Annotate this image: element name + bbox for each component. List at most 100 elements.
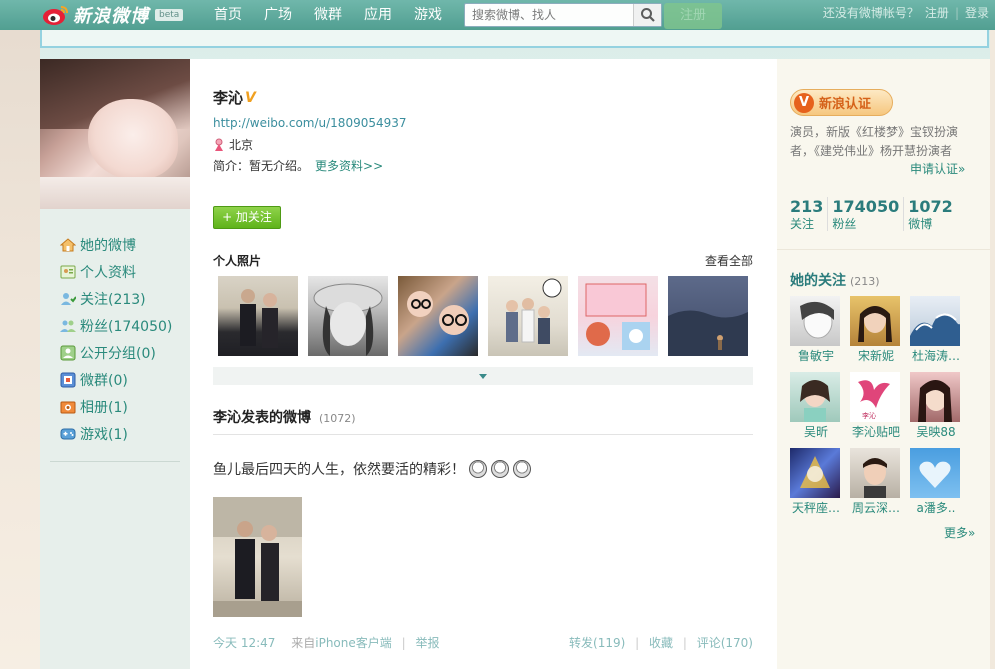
following-person[interactable]: 天秤座… [790,448,842,516]
sidebar-item-fans[interactable]: 粉丝(174050) [60,312,190,339]
source-link[interactable]: iPhone客户端 [315,636,392,650]
sidebar-item-profile[interactable]: 个人资料 [60,258,190,285]
follow-avatar [790,296,840,346]
profile-avatar[interactable] [40,59,190,209]
post-time[interactable]: 今天 12:47 [213,636,275,650]
fans-icon [60,318,76,334]
banner-strip [40,30,989,48]
following-person[interactable]: 杜海涛… [910,296,962,364]
sidebar-item-weibo[interactable]: 她的微博 [59,231,190,258]
post-body: 鱼儿最后四天的人生，依然要活的精彩！ [213,459,531,479]
apply-verification-link[interactable]: 申请认证» [910,160,965,177]
post-meta: 今天 12:47 来自iPhone客户端 | 举报 转发(119) | 收藏 |… [213,636,753,650]
repost-link[interactable]: 转发(119) [569,636,625,650]
follow-user-icon [60,291,77,307]
favorite-link[interactable]: 收藏 [649,636,673,650]
sidebar-item-games[interactable]: 游戏(1) [60,420,190,447]
follow-name: 周云深… [851,501,900,515]
ultraman-emoji-icon [513,460,531,478]
sidebar-item-album[interactable]: 相册(1) [60,393,190,420]
following-person[interactable]: a潘多.. [910,448,962,516]
post-image[interactable] [213,497,302,617]
chevron-down-icon [479,373,487,379]
nav-square[interactable]: 广场 [260,0,296,30]
profile-menu: 她的微博 个人资料 关注(213) 粉丝(174050) 公开分组(0) 微群(… [40,231,190,447]
account-links: 还没有微博帐号？ 注册 | 登录 [817,0,989,28]
ghost-register-button: 注册 [664,3,722,29]
section-divider [777,249,990,250]
follow-name: 杜海涛… [911,349,960,363]
svg-text:李沁: 李沁 [862,411,876,420]
sidebar-item-label: 相册(1) [80,399,128,416]
photo-thumbnail[interactable] [308,276,388,356]
location-text: 北京 [229,138,254,152]
verification-description: 演员，新版《红楼梦》宝钗扮演者，《建党伟业》杨开慧扮演者 [790,125,959,158]
following-person[interactable]: 吴映88 [910,372,962,440]
photo-thumbnail[interactable] [668,276,748,356]
sidebar-item-groups[interactable]: 公开分组(0) [60,339,190,366]
following-title[interactable]: 她的关注 [790,270,846,290]
following-person[interactable]: 鲁敏宇 [790,296,842,364]
login-link[interactable]: 登录 [965,0,989,28]
post-source: 来自iPhone客户端 [291,636,392,650]
follow-avatar [790,372,840,422]
following-person[interactable]: 宋新妮 [850,296,902,364]
nav-apps[interactable]: 应用 [360,0,396,30]
female-gender-icon [213,138,225,152]
photo-thumbnail[interactable] [488,276,568,356]
stat-number: 174050 [832,197,900,216]
posts-count: (1072) [319,412,356,425]
bio-row: 简介：暂无介绍。 更多资料>> [213,157,383,174]
sina-verified-badge[interactable]: V 新浪认证 [790,89,893,116]
sidebar-item-label: 粉丝(174050) [80,318,173,335]
search-input[interactable] [465,4,633,26]
follow-avatar [910,372,960,422]
nav-weiqun[interactable]: 微群 [310,0,346,30]
sidebar-item-following[interactable]: 关注(213) [60,285,190,312]
stat-number: 213 [790,197,824,216]
follow-name: 吴映88 [916,425,956,439]
stat-posts[interactable]: 1072 微博 [908,197,957,231]
comment-link[interactable]: 评论(170) [697,636,753,650]
beta-badge: beta [155,9,184,21]
following-person[interactable]: 李沁 李沁贴吧 [850,372,902,440]
follow-name: 宋新妮 [857,349,894,363]
follow-button[interactable]: + 加关注 [213,206,281,229]
more-following-link[interactable]: 更多» [944,524,975,541]
sidebar-item-weiqun[interactable]: 微群(0) [60,366,190,393]
profile-name-row: 李沁 V [213,87,259,108]
photo-thumbnail[interactable] [578,276,658,356]
weibo-logo[interactable]: 新浪微博 beta [42,3,184,27]
expand-photos-bar[interactable] [213,367,753,385]
register-link[interactable]: 注册 [925,0,949,28]
more-info-link[interactable]: 更多资料>> [315,159,383,173]
stat-label: 微博 [908,217,933,231]
nav-games[interactable]: 游戏 [410,0,446,30]
search-box [464,3,662,27]
profile-url-link[interactable]: http://weibo.com/u/1809054937 [213,116,407,130]
follow-avatar [850,296,900,346]
no-account-text: 还没有微博帐号？ [822,6,919,20]
following-person[interactable]: 周云深… [850,448,902,516]
profile-stats: 213 关注 174050 粉丝 1072 微博 [790,197,961,231]
report-link[interactable]: 举报 [415,636,439,650]
view-all-photos-link[interactable]: 查看全部 [705,252,753,269]
follow-name: a潘多.. [916,501,956,515]
photo-thumbnail[interactable] [218,276,298,356]
profile-card-icon [60,264,76,280]
following-person[interactable]: 吴昕 [790,372,842,440]
photo-thumbnail[interactable] [398,276,478,356]
sidebar-item-label: 关注(213) [80,291,146,308]
stat-following[interactable]: 213 关注 [790,197,829,231]
stat-fans[interactable]: 174050 粉丝 [832,197,905,231]
posts-header: 李沁发表的微博 (1072) [213,407,753,435]
verified-v-icon[interactable]: V [245,91,259,105]
ultraman-emoji-icon [469,460,487,478]
follow-avatar [910,296,960,346]
search-button[interactable] [633,4,661,26]
separator: | [954,6,959,20]
follow-avatar: 李沁 [850,372,900,422]
nav-home[interactable]: 首页 [210,0,246,30]
verified-icon: V [794,92,814,113]
sidebar-divider [50,461,180,462]
